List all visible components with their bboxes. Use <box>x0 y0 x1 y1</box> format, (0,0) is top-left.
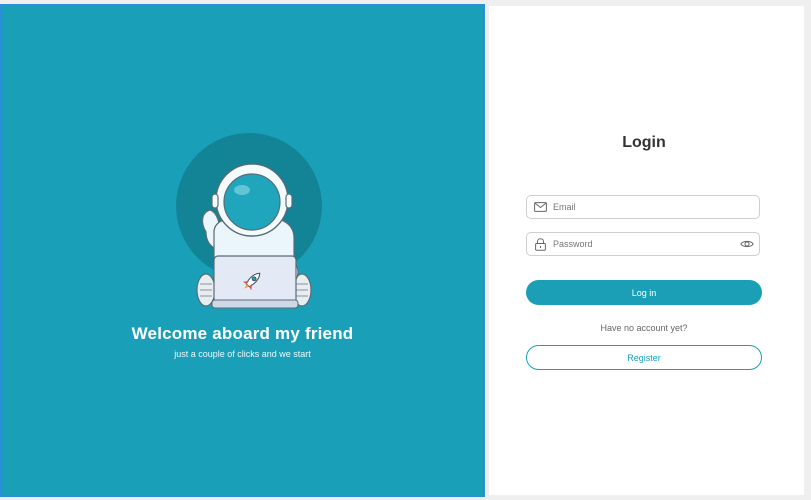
mail-icon <box>527 202 553 212</box>
eye-icon[interactable] <box>735 239 759 249</box>
login-button[interactable]: Log in <box>526 280 762 305</box>
welcome-title: Welcome aboard my friend <box>131 324 354 343</box>
password-field[interactable] <box>526 232 760 256</box>
register-button[interactable]: Register <box>526 345 762 370</box>
no-account-text: Have no account yet? <box>600 323 688 333</box>
email-field[interactable] <box>526 195 760 219</box>
welcome-subtitle: just a couple of clicks and we start <box>174 349 311 359</box>
welcome-panel: Welcome aboard my friend just a couple o… <box>0 4 485 497</box>
rocket-icon <box>242 272 261 291</box>
login-panel: Login Log in Have no account yet? <box>489 6 804 495</box>
login-title: Login <box>622 134 666 151</box>
email-input[interactable] <box>553 202 759 212</box>
lock-icon <box>527 237 553 251</box>
password-input[interactable] <box>553 239 735 249</box>
